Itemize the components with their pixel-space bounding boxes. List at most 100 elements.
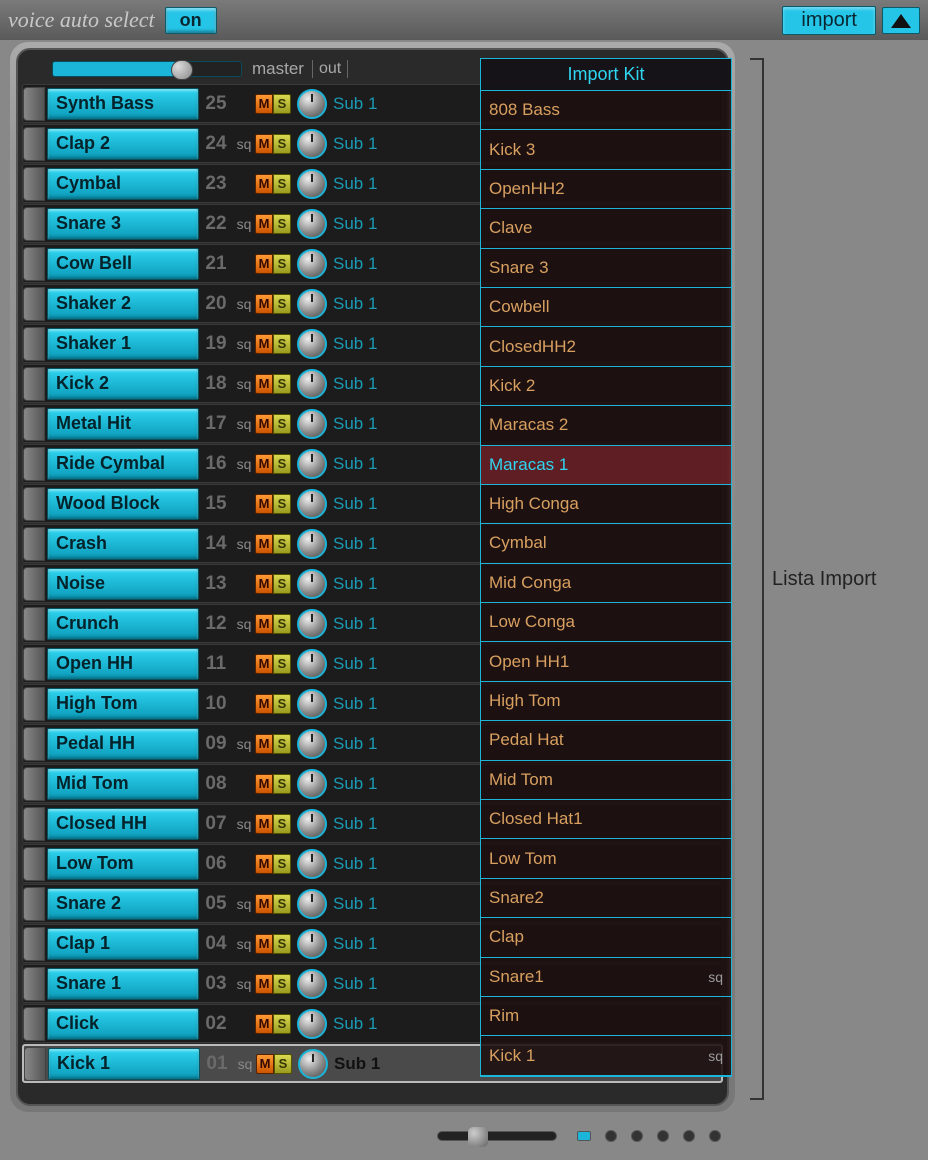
- step-dot[interactable]: [605, 1130, 617, 1142]
- track-select-tab[interactable]: [23, 727, 45, 761]
- solo-button[interactable]: S: [274, 1054, 292, 1074]
- import-list-item[interactable]: OpenHH2: [481, 170, 731, 209]
- pan-knob[interactable]: [297, 569, 327, 599]
- track-name-button[interactable]: Kick 2: [47, 368, 199, 400]
- mute-button[interactable]: M: [255, 334, 273, 354]
- mute-button[interactable]: M: [255, 574, 273, 594]
- import-list-item[interactable]: Kick 3: [481, 130, 731, 169]
- step-dot[interactable]: [631, 1130, 643, 1142]
- output-label[interactable]: Sub 1: [333, 694, 397, 714]
- mute-button[interactable]: M: [256, 1054, 274, 1074]
- import-list-item[interactable]: Closed Hat1: [481, 800, 731, 839]
- output-label[interactable]: Sub 1: [333, 334, 397, 354]
- track-select-tab[interactable]: [23, 127, 45, 161]
- track-select-tab[interactable]: [23, 927, 45, 961]
- mute-button[interactable]: M: [255, 214, 273, 234]
- import-list-item[interactable]: ClosedHH2: [481, 327, 731, 366]
- track-select-tab[interactable]: [23, 687, 45, 721]
- track-select-tab[interactable]: [24, 1047, 46, 1081]
- import-list-item[interactable]: Cowbell: [481, 288, 731, 327]
- mute-button[interactable]: M: [255, 774, 273, 794]
- output-label[interactable]: Sub 1: [333, 894, 397, 914]
- solo-button[interactable]: S: [273, 534, 291, 554]
- import-list-item[interactable]: Pedal Hat: [481, 721, 731, 760]
- track-select-tab[interactable]: [23, 287, 45, 321]
- mute-button[interactable]: M: [255, 494, 273, 514]
- solo-button[interactable]: S: [273, 414, 291, 434]
- output-label[interactable]: Sub 1: [333, 374, 397, 394]
- pan-knob[interactable]: [297, 129, 327, 159]
- import-list-item[interactable]: Mid Conga: [481, 564, 731, 603]
- output-label[interactable]: Sub 1: [333, 854, 397, 874]
- track-name-button[interactable]: Noise: [47, 568, 199, 600]
- track-name-button[interactable]: Mid Tom: [47, 768, 199, 800]
- track-name-button[interactable]: Pedal HH: [47, 728, 199, 760]
- mute-button[interactable]: M: [255, 734, 273, 754]
- pan-knob[interactable]: [297, 1009, 327, 1039]
- track-name-button[interactable]: Ride Cymbal: [47, 448, 199, 480]
- output-label[interactable]: Sub 1: [333, 574, 397, 594]
- track-name-button[interactable]: Wood Block: [47, 488, 199, 520]
- mute-button[interactable]: M: [255, 1014, 273, 1034]
- track-name-button[interactable]: Snare 1: [47, 968, 199, 1000]
- solo-button[interactable]: S: [273, 254, 291, 274]
- track-name-button[interactable]: Crunch: [47, 608, 199, 640]
- solo-button[interactable]: S: [273, 694, 291, 714]
- track-name-button[interactable]: Open HH: [47, 648, 199, 680]
- pan-knob[interactable]: [297, 969, 327, 999]
- track-name-button[interactable]: Kick 1: [48, 1048, 200, 1080]
- track-select-tab[interactable]: [23, 447, 45, 481]
- pan-knob[interactable]: [297, 729, 327, 759]
- import-list-item[interactable]: Low Tom: [481, 839, 731, 878]
- pan-knob[interactable]: [297, 689, 327, 719]
- pan-knob[interactable]: [297, 249, 327, 279]
- track-select-tab[interactable]: [23, 647, 45, 681]
- solo-button[interactable]: S: [273, 974, 291, 994]
- step-dot[interactable]: [709, 1130, 721, 1142]
- output-label[interactable]: Sub 1: [333, 294, 397, 314]
- mute-button[interactable]: M: [255, 134, 273, 154]
- track-select-tab[interactable]: [23, 207, 45, 241]
- output-label[interactable]: Sub 1: [333, 734, 397, 754]
- import-list-item[interactable]: Low Conga: [481, 603, 731, 642]
- track-name-button[interactable]: Snare 2: [47, 888, 199, 920]
- track-name-button[interactable]: Clap 1: [47, 928, 199, 960]
- track-select-tab[interactable]: [23, 847, 45, 881]
- track-select-tab[interactable]: [23, 887, 45, 921]
- accent-slider[interactable]: [437, 1131, 557, 1141]
- track-name-button[interactable]: Shaker 2: [47, 288, 199, 320]
- import-list-item[interactable]: Clave: [481, 209, 731, 248]
- import-list-item[interactable]: 808 Bass: [481, 91, 731, 130]
- import-list-item[interactable]: Cymbal: [481, 524, 731, 563]
- import-button[interactable]: import: [782, 6, 876, 35]
- mute-button[interactable]: M: [255, 814, 273, 834]
- step-dot[interactable]: [683, 1130, 695, 1142]
- step-dot[interactable]: [657, 1130, 669, 1142]
- import-list-item[interactable]: High Conga: [481, 485, 731, 524]
- track-name-button[interactable]: Closed HH: [47, 808, 199, 840]
- output-label[interactable]: Sub 1: [333, 934, 397, 954]
- output-label[interactable]: Sub 1: [333, 414, 397, 434]
- mute-button[interactable]: M: [255, 654, 273, 674]
- master-level-slider[interactable]: [52, 61, 242, 77]
- mute-button[interactable]: M: [255, 694, 273, 714]
- output-label[interactable]: Sub 1: [333, 174, 397, 194]
- import-list-item[interactable]: Maracas 1: [481, 446, 731, 485]
- mute-button[interactable]: M: [255, 534, 273, 554]
- pan-knob[interactable]: [297, 889, 327, 919]
- mute-button[interactable]: M: [255, 174, 273, 194]
- output-label[interactable]: Sub 1: [333, 254, 397, 274]
- output-label[interactable]: Sub 1: [334, 1054, 398, 1074]
- solo-button[interactable]: S: [273, 94, 291, 114]
- solo-button[interactable]: S: [273, 1014, 291, 1034]
- pan-knob[interactable]: [297, 769, 327, 799]
- pan-knob[interactable]: [297, 329, 327, 359]
- mute-button[interactable]: M: [255, 974, 273, 994]
- import-list-item[interactable]: High Tom: [481, 682, 731, 721]
- import-list-item[interactable]: Snare 3: [481, 249, 731, 288]
- pan-knob[interactable]: [297, 809, 327, 839]
- track-select-tab[interactable]: [23, 527, 45, 561]
- import-list-item[interactable]: Kick 1 sq: [481, 1036, 731, 1075]
- import-list-item[interactable]: Snare2: [481, 879, 731, 918]
- mute-button[interactable]: M: [255, 894, 273, 914]
